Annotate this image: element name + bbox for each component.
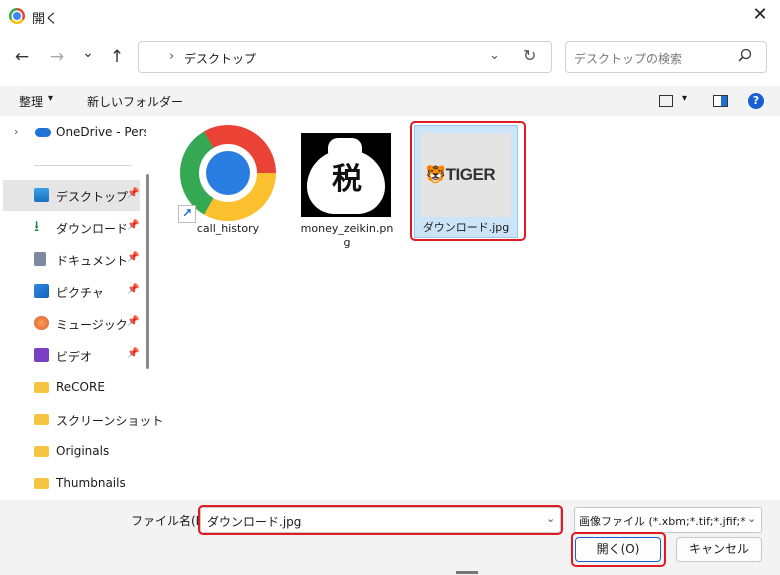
sidebar-item-label: ビデオ	[56, 350, 93, 364]
highlight-filename-input	[198, 505, 563, 535]
video-icon	[34, 348, 49, 362]
pin-icon: 📌	[127, 316, 140, 327]
sidebar-item-onedrive[interactable]: › OneDrive - Perso	[0, 120, 146, 146]
sidebar-item-label: ピクチャ	[56, 286, 104, 300]
filetype-select[interactable]: 画像ファイル (*.xbm;*.tif;*.jfif;*.ico; ⌄	[574, 507, 762, 533]
search-placeholder: デスクトップの検索	[574, 52, 683, 66]
desktop-icon	[34, 188, 49, 202]
organize-button[interactable]: 整理	[19, 93, 43, 110]
expand-chevron-icon[interactable]: ›	[14, 125, 18, 138]
sidebar-item-videos[interactable]: ビデオ 📌	[3, 340, 140, 371]
address-bar[interactable]: › デスクトップ ⌄ ↻	[138, 41, 552, 73]
pin-icon: 📌	[127, 348, 140, 359]
shortcut-arrow-icon: ↗	[178, 205, 196, 223]
view-options-icon[interactable]	[659, 95, 673, 107]
highlight-selected-file	[410, 121, 526, 241]
help-icon[interactable]: ?	[748, 93, 764, 109]
cloud-icon	[35, 128, 51, 137]
download-icon: ⭳	[34, 217, 40, 235]
title-bar	[0, 0, 780, 32]
sidebar-item-music[interactable]: ミュージック 📌	[3, 308, 140, 339]
resize-grip[interactable]	[456, 571, 478, 574]
sidebar-item-label: ミュージック	[56, 318, 128, 332]
folder-icon	[34, 382, 49, 393]
filetype-value: 画像ファイル (*.xbm;*.tif;*.jfif;*.ico;	[579, 515, 745, 528]
pin-icon: 📌	[127, 188, 140, 199]
thumbnail-character: 税	[332, 162, 362, 197]
sidebar-item-label: デスクトップ	[56, 190, 129, 204]
refresh-icon[interactable]: ↻	[523, 46, 536, 65]
chevron-down-icon[interactable]: ⌄	[747, 512, 756, 525]
sidebar-item-label: ダウンロード	[56, 222, 129, 236]
sidebar-item-desktop[interactable]: デスクトップ 📌	[3, 180, 140, 211]
sidebar-item-pictures[interactable]: ピクチャ 📌	[3, 276, 140, 307]
window-title: 開く	[32, 12, 59, 27]
address-chevron-icon: ›	[169, 49, 175, 64]
sidebar-item-label: スクリーンショット	[56, 414, 164, 428]
document-icon	[34, 252, 46, 266]
sidebar-item-documents[interactable]: ドキュメント 📌	[3, 244, 140, 275]
folder-icon	[34, 446, 49, 457]
music-icon	[34, 316, 49, 330]
sidebar-item-originals[interactable]: Originals	[3, 436, 140, 467]
search-icon[interactable]	[738, 48, 752, 62]
search-input[interactable]: デスクトップの検索	[565, 41, 767, 73]
sidebar-item-label: Originals	[56, 444, 110, 458]
pin-icon: 📌	[127, 284, 140, 295]
organize-chevron-icon[interactable]: ▾	[48, 93, 53, 104]
sidebar-item-label: ドキュメント	[56, 254, 129, 268]
folder-icon	[34, 478, 49, 489]
cancel-button[interactable]: キャンセル	[676, 537, 762, 562]
address-path[interactable]: デスクトップ	[184, 50, 256, 67]
sidebar-divider	[34, 165, 132, 166]
folder-icon	[34, 414, 49, 425]
chrome-icon-center	[206, 151, 250, 195]
view-chevron-icon[interactable]: ▾	[682, 93, 687, 104]
file-name: money_zeikin.png	[300, 222, 394, 249]
preview-pane-icon[interactable]	[713, 95, 728, 107]
sidebar-scrollbar[interactable]	[146, 174, 149, 369]
address-dropdown-icon[interactable]: ⌄	[489, 48, 500, 63]
back-button[interactable]: ←	[10, 44, 34, 70]
forward-button[interactable]: →	[45, 44, 69, 70]
pictures-icon	[34, 284, 49, 298]
sidebar-item-label: OneDrive - Perso	[56, 125, 146, 139]
up-button[interactable]: ↑	[105, 44, 129, 70]
pin-icon: 📌	[127, 252, 140, 263]
pin-icon: 📌	[127, 220, 140, 231]
sidebar-item-recore[interactable]: ReCORE	[3, 372, 140, 403]
sidebar-item-thumbnails[interactable]: Thumbnails	[3, 468, 140, 498]
recent-locations-button[interactable]: ⌄	[76, 40, 100, 66]
sidebar-item-label: ReCORE	[56, 380, 105, 394]
highlight-open-button	[571, 532, 666, 567]
sidebar-item-label: Thumbnails	[56, 476, 126, 490]
chrome-icon	[9, 8, 25, 24]
new-folder-button[interactable]: 新しいフォルダー	[87, 93, 183, 110]
file-name: call_history	[196, 222, 260, 235]
close-button[interactable]: ✕	[740, 0, 780, 32]
sidebar-item-downloads[interactable]: ⭳ ダウンロード 📌	[3, 212, 140, 243]
sidebar-item-screenshots[interactable]: スクリーンショット	[3, 404, 163, 435]
